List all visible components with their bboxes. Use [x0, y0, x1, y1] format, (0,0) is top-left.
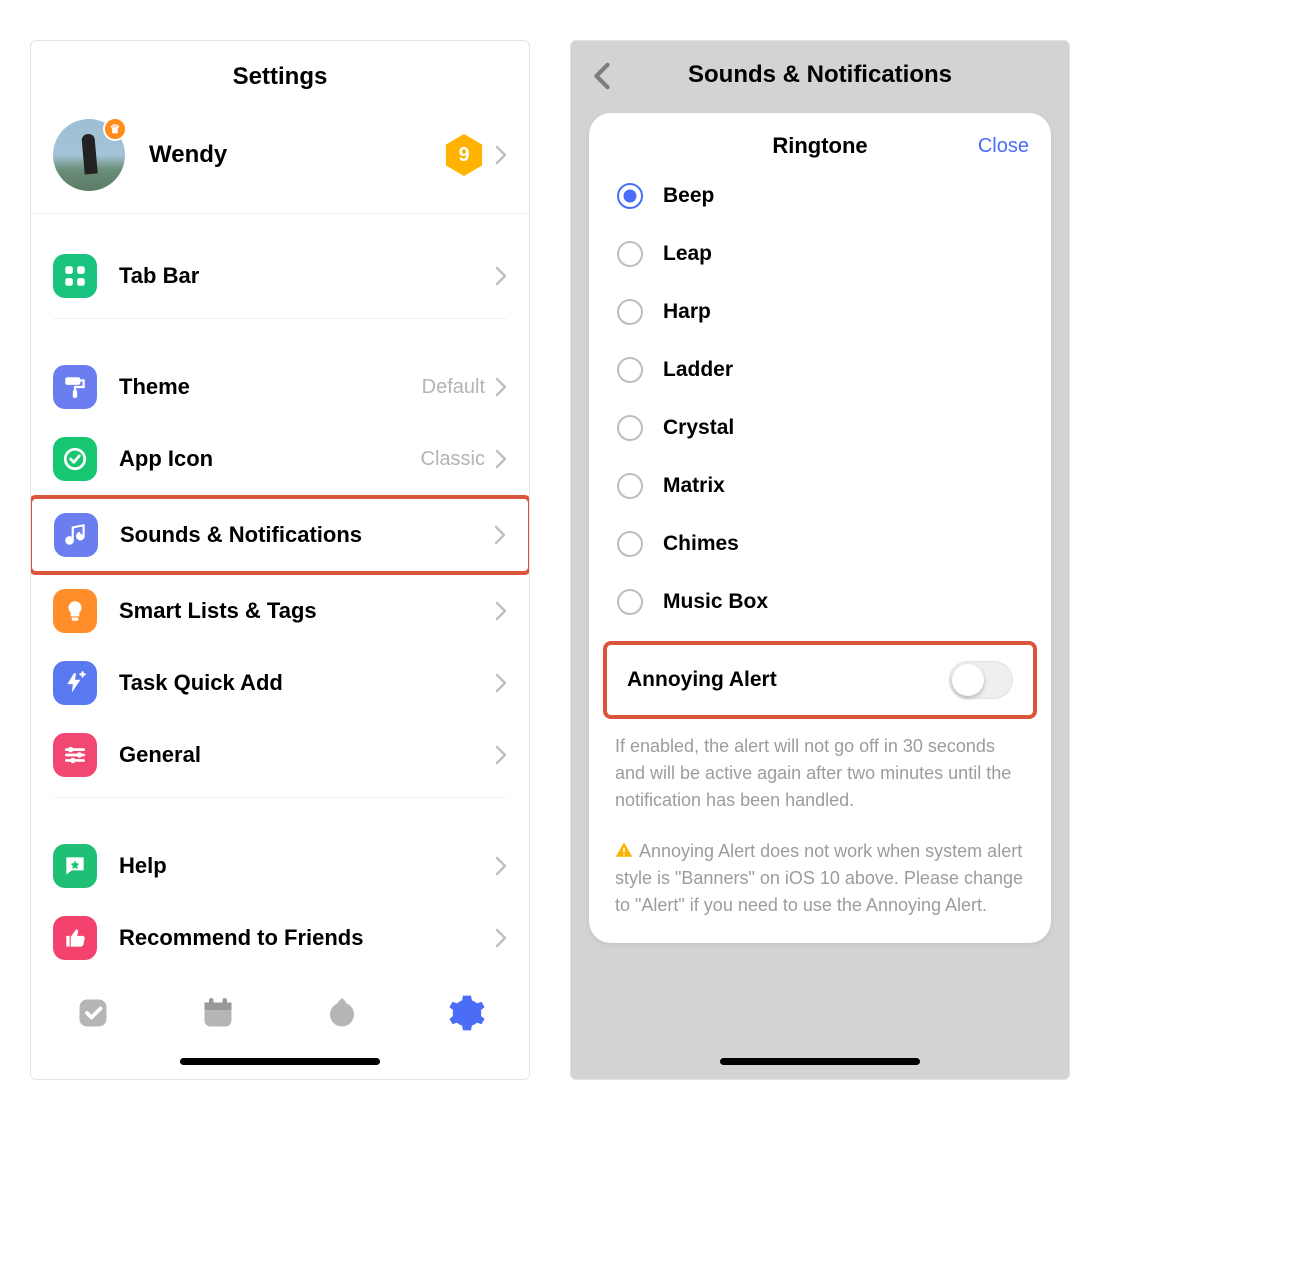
chevron-right-icon	[495, 449, 507, 469]
tab-settings-icon[interactable]	[447, 993, 487, 1033]
ringtone-option[interactable]: Leap	[589, 225, 1051, 283]
row-label: Tab Bar	[119, 263, 199, 289]
annoying-alert-description: If enabled, the alert will not go off in…	[589, 719, 1051, 814]
check-circle-icon	[53, 437, 97, 481]
radio-icon	[617, 357, 643, 383]
profile-row[interactable]: ♛ Wendy 9	[31, 105, 529, 214]
sliders-icon	[53, 733, 97, 777]
chevron-right-icon	[495, 266, 507, 286]
annoying-alert-warning: Annoying Alert does not work when system…	[589, 814, 1051, 919]
sounds-notifications-screen: Sounds & Notifications Ringtone Close Be…	[570, 40, 1070, 1080]
chevron-right-icon	[495, 856, 507, 876]
ringtone-option-label: Crystal	[663, 416, 734, 440]
ringtone-option-label: Beep	[663, 184, 714, 208]
annoying-alert-toggle[interactable]	[949, 661, 1013, 699]
row-label: Recommend to Friends	[119, 925, 363, 951]
row-label: Help	[119, 853, 167, 879]
tab-tasks-icon[interactable]	[73, 993, 113, 1033]
page-title: Settings	[31, 41, 529, 105]
radio-icon	[617, 531, 643, 557]
row-appicon[interactable]: App Icon Classic	[31, 423, 529, 495]
chevron-right-icon	[495, 377, 507, 397]
tab-calendar-icon[interactable]	[198, 993, 238, 1033]
row-theme[interactable]: Theme Default	[31, 351, 529, 423]
ringtone-option-label: Leap	[663, 242, 712, 266]
radio-icon	[617, 473, 643, 499]
row-quickadd[interactable]: Task Quick Add	[31, 647, 529, 719]
row-label: App Icon	[119, 446, 213, 472]
annoying-alert-row: Annoying Alert	[603, 641, 1037, 719]
home-indicator	[720, 1058, 920, 1065]
chevron-right-icon	[495, 601, 507, 621]
warning-text: Annoying Alert does not work when system…	[615, 841, 1023, 915]
ringtone-options: Beep Leap Harp Ladder Crystal Matrix Chimes Mus…	[589, 167, 1051, 631]
row-value: Default	[422, 376, 485, 399]
row-sounds-notifications[interactable]: Sounds & Notifications	[30, 495, 530, 575]
nav-title: Sounds & Notifications	[688, 61, 952, 88]
row-help[interactable]: Help	[31, 830, 529, 902]
tab-pomo-icon[interactable]	[322, 993, 362, 1033]
radio-icon	[617, 183, 643, 209]
card-title: Ringtone	[772, 133, 867, 159]
chevron-right-icon	[495, 928, 507, 948]
ringtone-option-label: Harp	[663, 300, 711, 324]
row-tabbar[interactable]: Tab Bar	[31, 240, 529, 312]
lightbulb-icon	[53, 589, 97, 633]
toggle-label: Annoying Alert	[627, 668, 777, 692]
grid-icon	[53, 254, 97, 298]
ringtone-option-label: Chimes	[663, 532, 739, 556]
ringtone-option-label: Ladder	[663, 358, 733, 382]
ringtone-option-label: Music Box	[663, 590, 768, 614]
lightning-plus-icon	[53, 661, 97, 705]
ringtone-option[interactable]: Ladder	[589, 341, 1051, 399]
ringtone-option[interactable]: Chimes	[589, 515, 1051, 573]
music-note-icon	[54, 513, 98, 557]
paint-roller-icon	[53, 365, 97, 409]
warning-icon	[615, 841, 635, 859]
row-value: Classic	[421, 448, 485, 471]
ringtone-option[interactable]: Music Box	[589, 573, 1051, 631]
ringtone-option[interactable]: Crystal	[589, 399, 1051, 457]
settings-screen: Settings ♛ Wendy 9 Tab Bar Theme Default…	[30, 40, 530, 1080]
ringtone-option[interactable]: Matrix	[589, 457, 1051, 515]
row-label: Task Quick Add	[119, 670, 283, 696]
profile-name: Wendy	[149, 141, 227, 169]
chevron-right-icon	[495, 145, 507, 165]
chevron-right-icon	[494, 525, 506, 545]
row-label: Sounds & Notifications	[120, 522, 362, 548]
ringtone-option-label: Matrix	[663, 474, 725, 498]
radio-icon	[617, 415, 643, 441]
radio-icon	[617, 589, 643, 615]
row-label: Theme	[119, 374, 190, 400]
ringtone-option[interactable]: Beep	[589, 167, 1051, 225]
ringtone-card: Ringtone Close Beep Leap Harp Ladder Crystal…	[589, 113, 1051, 943]
close-button[interactable]: Close	[978, 135, 1029, 158]
row-label: General	[119, 742, 201, 768]
premium-crown-icon: ♛	[103, 117, 127, 141]
radio-icon	[617, 241, 643, 267]
radio-icon	[617, 299, 643, 325]
avatar: ♛	[53, 119, 125, 191]
row-smartlists[interactable]: Smart Lists & Tags	[31, 575, 529, 647]
nav-bar: Sounds & Notifications	[571, 41, 1069, 105]
row-label: Smart Lists & Tags	[119, 598, 317, 624]
level-badge: 9	[443, 134, 485, 176]
ringtone-option[interactable]: Harp	[589, 283, 1051, 341]
home-indicator	[180, 1058, 380, 1065]
chevron-right-icon	[495, 745, 507, 765]
row-recommend[interactable]: Recommend to Friends	[31, 902, 529, 974]
thumbs-up-icon	[53, 916, 97, 960]
back-button[interactable]	[589, 63, 615, 89]
row-general[interactable]: General	[31, 719, 529, 791]
chat-star-icon	[53, 844, 97, 888]
chevron-right-icon	[495, 673, 507, 693]
